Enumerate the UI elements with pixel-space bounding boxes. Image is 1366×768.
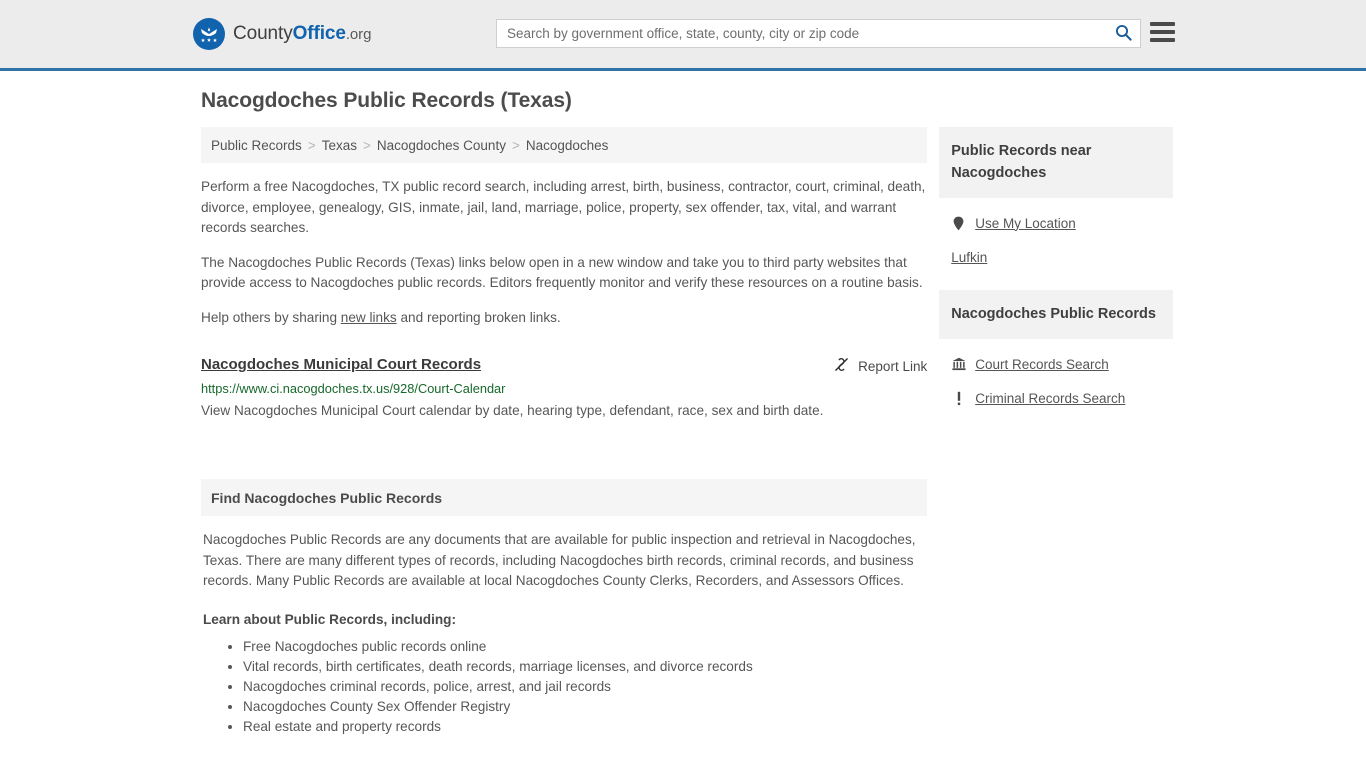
result-title-link[interactable]: Nacogdoches Municipal Court Records	[201, 355, 481, 375]
brand-wordmark: CountyOffice.org	[233, 23, 371, 45]
sidebar-panel-links: Use My Location Lufkin	[939, 198, 1173, 280]
search-icon	[1115, 24, 1132, 44]
list-item: Free Nacogdoches public records online	[243, 637, 925, 657]
exclamation-icon	[951, 391, 966, 406]
intro-paragraph-3: Help others by sharing new links and rep…	[201, 308, 927, 329]
breadcrumb-item-nacogdoches: Nacogdoches	[525, 137, 609, 153]
breadcrumb-separator: >	[307, 137, 316, 153]
result-item: Nacogdoches Municipal Court Records Repo…	[201, 355, 927, 423]
sidebar-panel-heading: Nacogdoches Public Records	[939, 290, 1173, 339]
courthouse-icon	[951, 357, 966, 371]
new-links-link[interactable]: new links	[341, 310, 397, 325]
result-url: https://www.ci.nacogdoches.tx.us/928/Cou…	[201, 381, 506, 396]
breadcrumb-item-nacogdoches-county[interactable]: Nacogdoches County	[377, 138, 506, 153]
page-container: Nacogdoches Public Records (Texas) Publi…	[193, 71, 1173, 737]
sidebar-link-label[interactable]: Criminal Records Search	[975, 391, 1125, 406]
breadcrumb-separator: >	[511, 137, 520, 153]
page-title: Nacogdoches Public Records (Texas)	[201, 89, 572, 112]
search-input[interactable]	[497, 20, 1106, 47]
search-button[interactable]	[1106, 20, 1140, 47]
sidebar-link-label[interactable]: Lufkin	[951, 250, 987, 265]
result-description: View Nacogdoches Municipal Court calenda…	[201, 403, 824, 418]
share-text-after: and reporting broken links.	[396, 309, 561, 325]
brand-part1: County	[233, 23, 293, 44]
section-heading: Find Nacogdoches Public Records	[201, 479, 928, 516]
sidebar-link-court-records-search[interactable]: Court Records Search	[951, 347, 1161, 381]
list-item: Nacogdoches criminal records, police, ar…	[243, 677, 925, 697]
breadcrumb-separator: >	[362, 137, 371, 153]
find-records-section: Find Nacogdoches Public Records Nacogdoc…	[201, 479, 928, 737]
hamburger-menu-icon[interactable]	[1150, 18, 1175, 46]
content-columns: Public Records > Texas > Nacogdoches Cou…	[193, 127, 1173, 737]
hamburger-bar	[1150, 30, 1175, 34]
broken-link-icon	[833, 356, 850, 376]
report-link-button[interactable]: Report Link	[833, 355, 927, 376]
sidebar-panel-heading: Public Records near Nacogdoches	[939, 127, 1173, 198]
share-text-before: Help others by sharing	[201, 309, 341, 325]
list-item: Real estate and property records	[243, 717, 925, 737]
sidebar-link-criminal-records-search[interactable]: Criminal Records Search	[951, 381, 1161, 415]
sidebar: Public Records near Nacogdoches Use My L…	[939, 127, 1173, 737]
list-item: Nacogdoches County Sex Offender Registry	[243, 697, 925, 717]
eagle-seal-icon	[193, 18, 225, 50]
sidebar-link-label[interactable]: Court Records Search	[975, 357, 1109, 372]
report-link-label: Report Link	[858, 358, 928, 374]
location-pin-icon	[951, 216, 966, 231]
intro-paragraph-2: The Nacogdoches Public Records (Texas) l…	[201, 254, 923, 291]
site-logo[interactable]: CountyOffice.org	[193, 18, 371, 50]
sidebar-link-use-my-location[interactable]: Use My Location	[951, 206, 1161, 240]
brand-tld: .org	[345, 26, 372, 43]
breadcrumb: Public Records > Texas > Nacogdoches Cou…	[201, 127, 928, 163]
section-bullet-list: Free Nacogdoches public records online V…	[203, 637, 925, 737]
list-item: Vital records, birth certificates, death…	[243, 657, 925, 677]
section-list-heading: Learn about Public Records, including:	[203, 611, 457, 627]
sidebar-panel-records: Nacogdoches Public Records Court Records…	[939, 290, 1173, 421]
breadcrumb-item-public-records[interactable]: Public Records	[211, 138, 302, 153]
sidebar-link-lufkin[interactable]: Lufkin	[951, 240, 1161, 274]
result-header-row: Nacogdoches Municipal Court Records Repo…	[201, 355, 927, 376]
site-header: CountyOffice.org	[0, 0, 1366, 71]
sidebar-panel-nearby: Public Records near Nacogdoches Use My L…	[939, 127, 1173, 280]
search-bar[interactable]	[496, 19, 1141, 48]
intro-paragraph-1: Perform a free Nacogdoches, TX public re…	[201, 179, 926, 235]
breadcrumb-item-texas[interactable]: Texas	[322, 138, 357, 153]
sidebar-link-label[interactable]: Use My Location	[975, 216, 1076, 231]
hamburger-bar	[1150, 38, 1175, 42]
sidebar-panel-links: Court Records Search Criminal Records Se…	[939, 339, 1173, 421]
section-body: Nacogdoches Public Records are any docum…	[201, 530, 927, 737]
brand-part2: Office	[292, 23, 346, 44]
section-paragraph: Nacogdoches Public Records are any docum…	[203, 532, 916, 588]
hamburger-bar	[1150, 22, 1175, 26]
main-content: Public Records > Texas > Nacogdoches Cou…	[201, 127, 928, 737]
